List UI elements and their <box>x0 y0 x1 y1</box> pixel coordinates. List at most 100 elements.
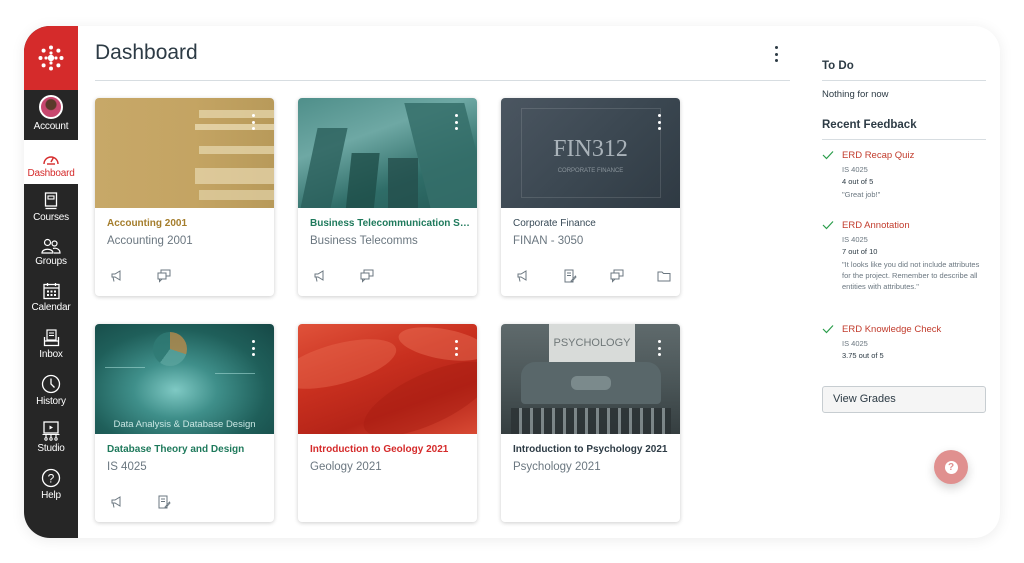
feedback-item: ERD Annotation IS 4025 7 out of 10 "It l… <box>822 220 988 310</box>
announcements-icon[interactable] <box>109 494 125 510</box>
discussions-icon[interactable] <box>156 268 172 284</box>
dashboard-options-button[interactable] <box>769 44 783 64</box>
inbox-icon <box>43 325 60 347</box>
feedback-comment: "Great job!" <box>842 190 881 199</box>
nav-calendar-label: Calendar <box>31 302 71 313</box>
feedback-score: 7 out of 10 <box>842 247 878 256</box>
hero-title: FIN312 <box>553 136 628 162</box>
discussions-icon[interactable] <box>609 268 625 284</box>
announcements-icon[interactable] <box>515 268 531 284</box>
nav-calendar[interactable]: Calendar <box>24 276 78 323</box>
nav-help-label: Help <box>41 490 61 501</box>
feedback-assignment-link[interactable]: ERD Knowledge Check <box>842 324 941 335</box>
nav-studio[interactable]: Studio <box>24 417 78 464</box>
announcements-icon[interactable] <box>109 268 125 284</box>
question-icon: ? <box>944 460 958 474</box>
course-title[interactable]: Database Theory and Design <box>107 444 267 455</box>
nav-inbox[interactable]: Inbox <box>24 323 78 370</box>
course-code: Accounting 2001 <box>107 235 193 247</box>
feedback-item: ERD Knowledge Check IS 4025 3.75 out of … <box>822 324 988 364</box>
canvas-logo-icon <box>38 45 64 71</box>
canvas-logo[interactable] <box>24 26 78 90</box>
course-card[interactable]: Business Telecommunication Strategy Busi… <box>298 98 477 296</box>
feedback-comment: "It looks like you did not include attri… <box>842 260 980 291</box>
speedometer-icon <box>42 144 60 166</box>
todo-heading: To Do <box>822 60 854 72</box>
course-card[interactable]: PSYCHOLOGY Introduction to Psychology 20… <box>501 324 680 522</box>
course-card-image[interactable] <box>298 98 477 208</box>
help-fab-button[interactable]: ? <box>934 450 968 484</box>
course-card-image[interactable] <box>95 98 274 208</box>
check-icon <box>822 324 834 334</box>
nav-history[interactable]: History <box>24 370 78 417</box>
course-code: Geology 2021 <box>310 461 382 473</box>
nav-account[interactable]: Account <box>24 90 78 140</box>
nav-courses-label: Courses <box>33 212 69 223</box>
check-icon <box>822 150 834 160</box>
discussions-icon[interactable] <box>359 268 375 284</box>
feedback-course: IS 4025 <box>842 165 868 174</box>
card-options-button[interactable] <box>453 340 459 356</box>
assignments-icon[interactable] <box>562 268 578 284</box>
nav-groups[interactable]: Groups <box>24 230 78 276</box>
course-code: FINAN - 3050 <box>513 235 584 247</box>
assignments-icon[interactable] <box>156 494 172 510</box>
hero-title: Data Analysis & Database Design <box>113 419 256 430</box>
course-title[interactable]: Corporate Finance <box>513 218 673 229</box>
card-options-button[interactable] <box>250 340 256 356</box>
course-card-image[interactable]: Data Analysis & Database Design <box>95 324 274 434</box>
nav-studio-label: Studio <box>37 443 65 454</box>
feedback-assignment-link[interactable]: ERD Annotation <box>842 220 910 231</box>
avatar <box>39 95 63 119</box>
announcements-icon[interactable] <box>312 268 328 284</box>
svg-text:?: ? <box>48 472 55 486</box>
global-nav: Account Dashboard Courses Groups Calenda <box>24 26 78 538</box>
course-card[interactable]: FIN312 CORPORATE FINANCE Corporate Finan… <box>501 98 680 296</box>
calendar-icon <box>42 278 60 300</box>
nav-dashboard-label: Dashboard <box>27 168 75 179</box>
feedback-score: 4 out of 5 <box>842 177 874 186</box>
users-icon <box>41 232 61 254</box>
book-icon <box>44 188 58 210</box>
todo-divider <box>822 80 986 81</box>
page-title: Dashboard <box>95 41 198 64</box>
todo-empty-message: Nothing for now <box>822 89 889 100</box>
course-code: Business Telecomms <box>310 235 418 247</box>
course-title[interactable]: Introduction to Psychology 2021 <box>513 444 673 455</box>
hero-title: PSYCHOLOGY <box>553 337 631 349</box>
studio-icon <box>41 419 61 441</box>
course-card[interactable]: Introduction to Geology 2021 Geology 202… <box>298 324 477 522</box>
clock-icon <box>41 372 61 394</box>
nav-courses[interactable]: Courses <box>24 184 78 230</box>
view-grades-button[interactable]: View Grades <box>822 386 986 413</box>
nav-account-label: Account <box>33 121 69 132</box>
nav-help[interactable]: ? Help <box>24 464 78 511</box>
feedback-course: IS 4025 <box>842 235 868 244</box>
nav-dashboard[interactable]: Dashboard <box>24 140 78 184</box>
course-title[interactable]: Accounting 2001 <box>107 218 267 229</box>
course-code: Psychology 2021 <box>513 461 601 473</box>
header-divider <box>95 80 790 81</box>
course-card[interactable]: Data Analysis & Database Design Database… <box>95 324 274 522</box>
course-code: IS 4025 <box>107 461 147 473</box>
card-options-button[interactable] <box>453 114 459 130</box>
course-card-image[interactable]: PSYCHOLOGY <box>501 324 680 434</box>
feedback-course: IS 4025 <box>842 339 868 348</box>
course-card[interactable]: Accounting 2001 Accounting 2001 <box>95 98 274 296</box>
nav-inbox-label: Inbox <box>39 349 63 360</box>
hero-subtitle: CORPORATE FINANCE <box>557 168 624 174</box>
course-title[interactable]: Business Telecommunication Strategy <box>310 218 470 229</box>
course-card-image[interactable] <box>298 324 477 434</box>
feedback-score: 3.75 out of 5 <box>842 351 884 360</box>
nav-history-label: History <box>36 396 66 407</box>
feedback-divider <box>822 139 986 140</box>
feedback-assignment-link[interactable]: ERD Recap Quiz <box>842 150 914 161</box>
card-options-button[interactable] <box>656 340 662 356</box>
feedback-item: ERD Recap Quiz IS 4025 4 out of 5 "Great… <box>822 150 988 210</box>
card-options-button[interactable] <box>656 114 662 130</box>
card-options-button[interactable] <box>250 114 256 130</box>
course-card-image[interactable]: FIN312 CORPORATE FINANCE <box>501 98 680 208</box>
check-icon <box>822 220 834 230</box>
course-title[interactable]: Introduction to Geology 2021 <box>310 444 470 455</box>
files-icon[interactable] <box>656 268 672 284</box>
